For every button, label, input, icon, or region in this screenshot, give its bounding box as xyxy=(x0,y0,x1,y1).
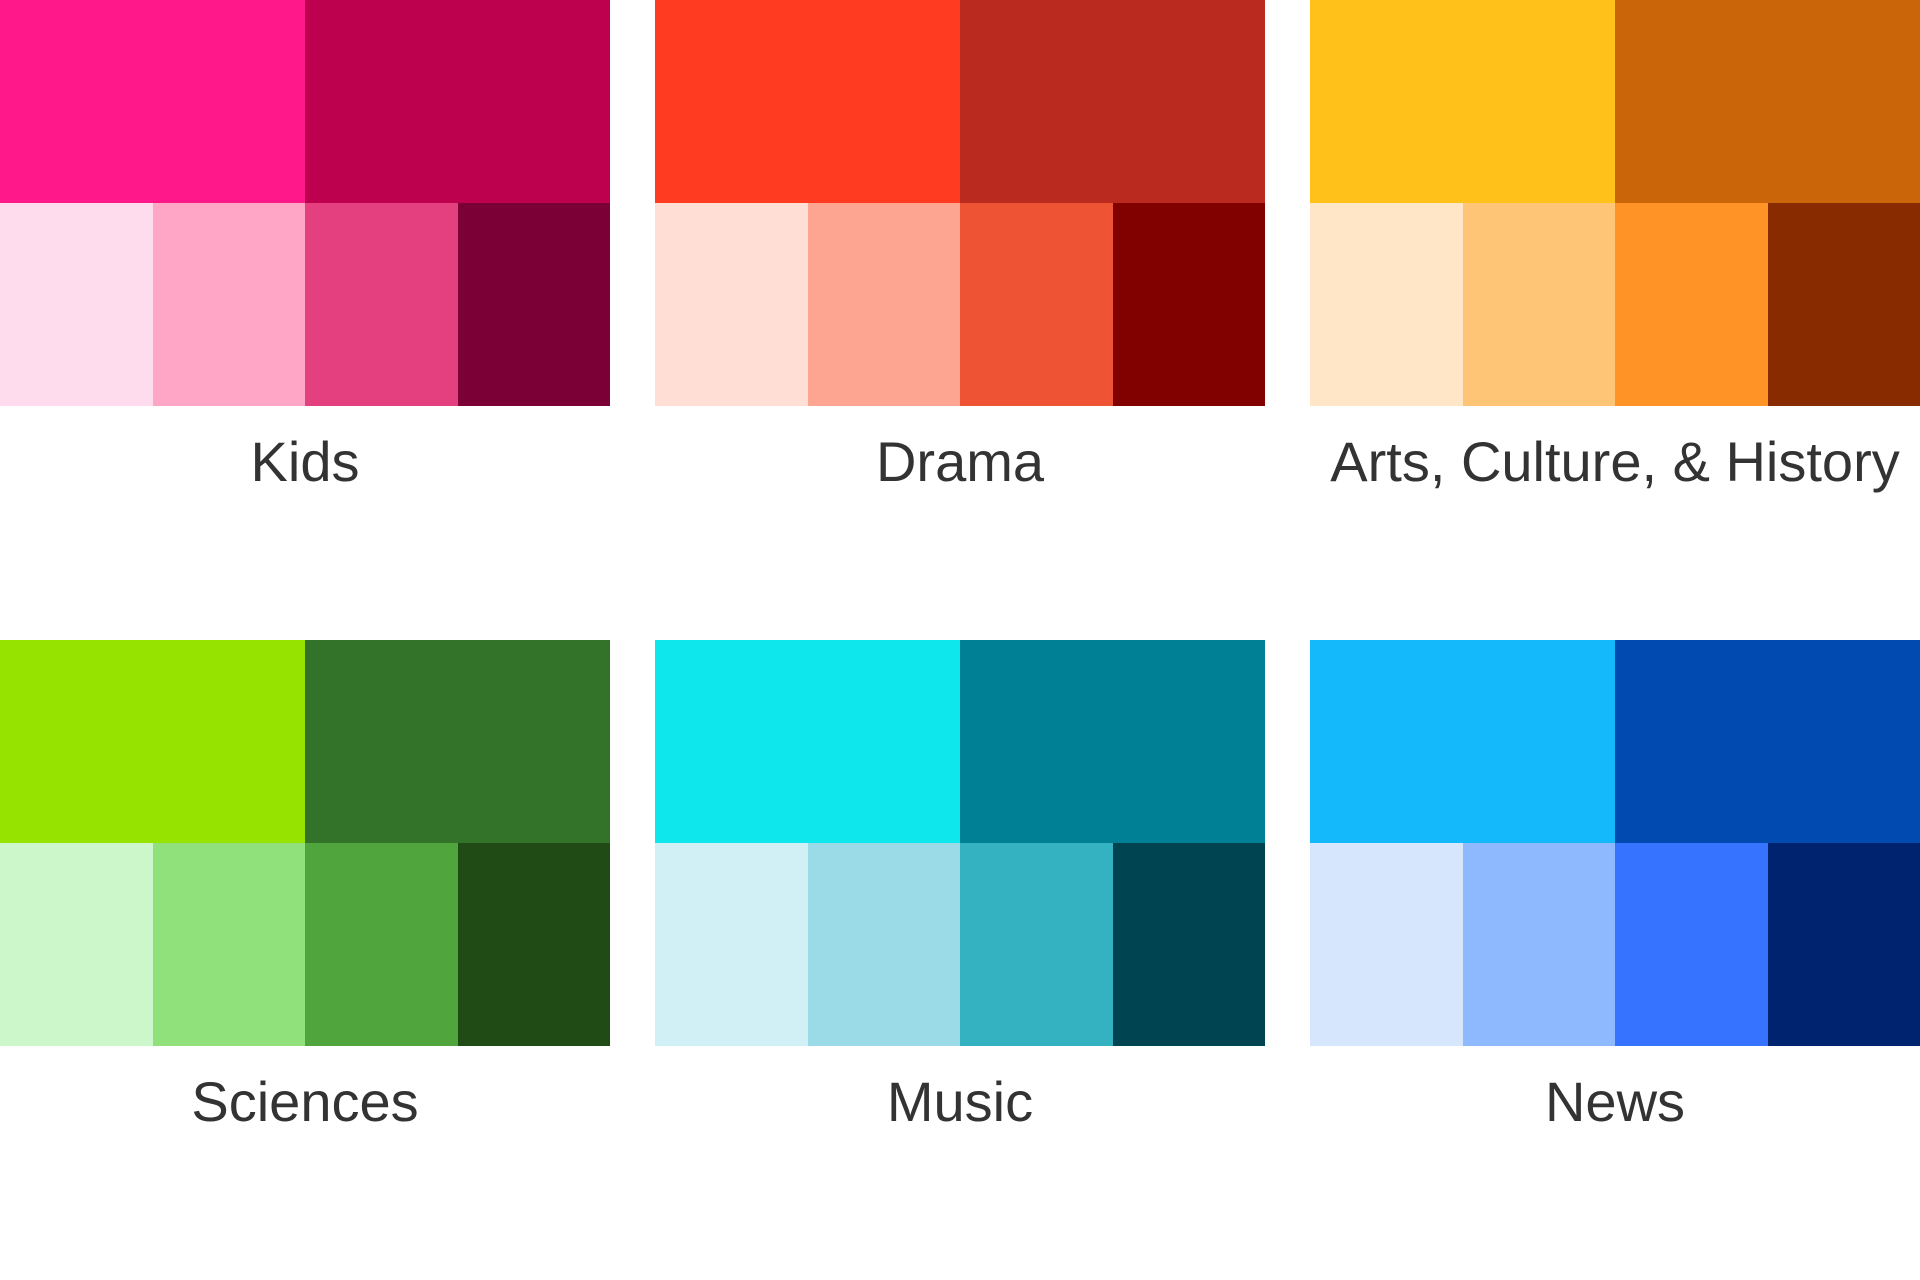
palette-grid: Kids Drama Arts, Culture, & History Scie… xyxy=(0,0,1920,1280)
shade-swatch xyxy=(960,203,1113,406)
shade-swatch xyxy=(152,203,305,406)
shade-swatch xyxy=(1310,203,1463,406)
palette-label: Sciences xyxy=(191,1070,419,1133)
shade-swatch xyxy=(960,843,1113,1046)
primary-swatch xyxy=(960,0,1265,203)
primary-swatch xyxy=(1310,640,1615,843)
primary-swatch xyxy=(1615,0,1920,203)
shade-swatch xyxy=(1615,203,1768,406)
shade-swatch xyxy=(305,203,458,406)
shade-swatch xyxy=(1615,843,1768,1046)
palette-kids: Kids xyxy=(0,0,610,490)
shade-swatch xyxy=(1767,843,1920,1046)
primary-swatch-row xyxy=(655,0,1265,203)
palette-news: News xyxy=(1310,640,1920,1130)
primary-swatch xyxy=(0,0,305,203)
shade-swatch xyxy=(0,203,153,406)
primary-swatch xyxy=(1310,0,1615,203)
shade-swatch-row xyxy=(1310,203,1920,406)
shade-swatch xyxy=(1462,203,1615,406)
palette-music: Music xyxy=(655,640,1265,1130)
shade-swatch-row xyxy=(0,843,610,1046)
shade-swatch-row xyxy=(655,203,1265,406)
shade-swatch xyxy=(1310,843,1463,1046)
shade-swatch xyxy=(0,843,153,1046)
primary-swatch xyxy=(1615,640,1920,843)
shade-swatch xyxy=(457,203,610,406)
primary-swatch xyxy=(305,0,610,203)
palette-label: Drama xyxy=(875,430,1045,493)
primary-swatch xyxy=(655,640,960,843)
primary-swatch-row xyxy=(1310,640,1920,843)
palette-label: Music xyxy=(886,1070,1034,1133)
shade-swatch-row xyxy=(1310,843,1920,1046)
palette-sciences: Sciences xyxy=(0,640,610,1130)
palette-label: News xyxy=(1544,1070,1686,1133)
primary-swatch xyxy=(960,640,1265,843)
shade-swatch-row xyxy=(0,203,610,406)
primary-swatch xyxy=(305,640,610,843)
palette-drama: Drama xyxy=(655,0,1265,490)
primary-swatch xyxy=(655,0,960,203)
shade-swatch xyxy=(807,203,960,406)
shade-swatch xyxy=(655,843,808,1046)
primary-swatch-row xyxy=(0,640,610,843)
shade-swatch xyxy=(152,843,305,1046)
primary-swatch-row xyxy=(0,0,610,203)
primary-swatch-row xyxy=(1310,0,1920,203)
palette-arts-culture-history: Arts, Culture, & History xyxy=(1310,0,1920,490)
shade-swatch xyxy=(807,843,960,1046)
palette-label: Arts, Culture, & History xyxy=(1330,430,1900,493)
shade-swatch xyxy=(1112,843,1265,1046)
shade-swatch xyxy=(1112,203,1265,406)
shade-swatch xyxy=(1767,203,1920,406)
shade-swatch xyxy=(655,203,808,406)
shade-swatch-row xyxy=(655,843,1265,1046)
primary-swatch xyxy=(0,640,305,843)
palette-label: Kids xyxy=(250,430,360,493)
shade-swatch xyxy=(305,843,458,1046)
shade-swatch xyxy=(457,843,610,1046)
primary-swatch-row xyxy=(655,640,1265,843)
shade-swatch xyxy=(1462,843,1615,1046)
